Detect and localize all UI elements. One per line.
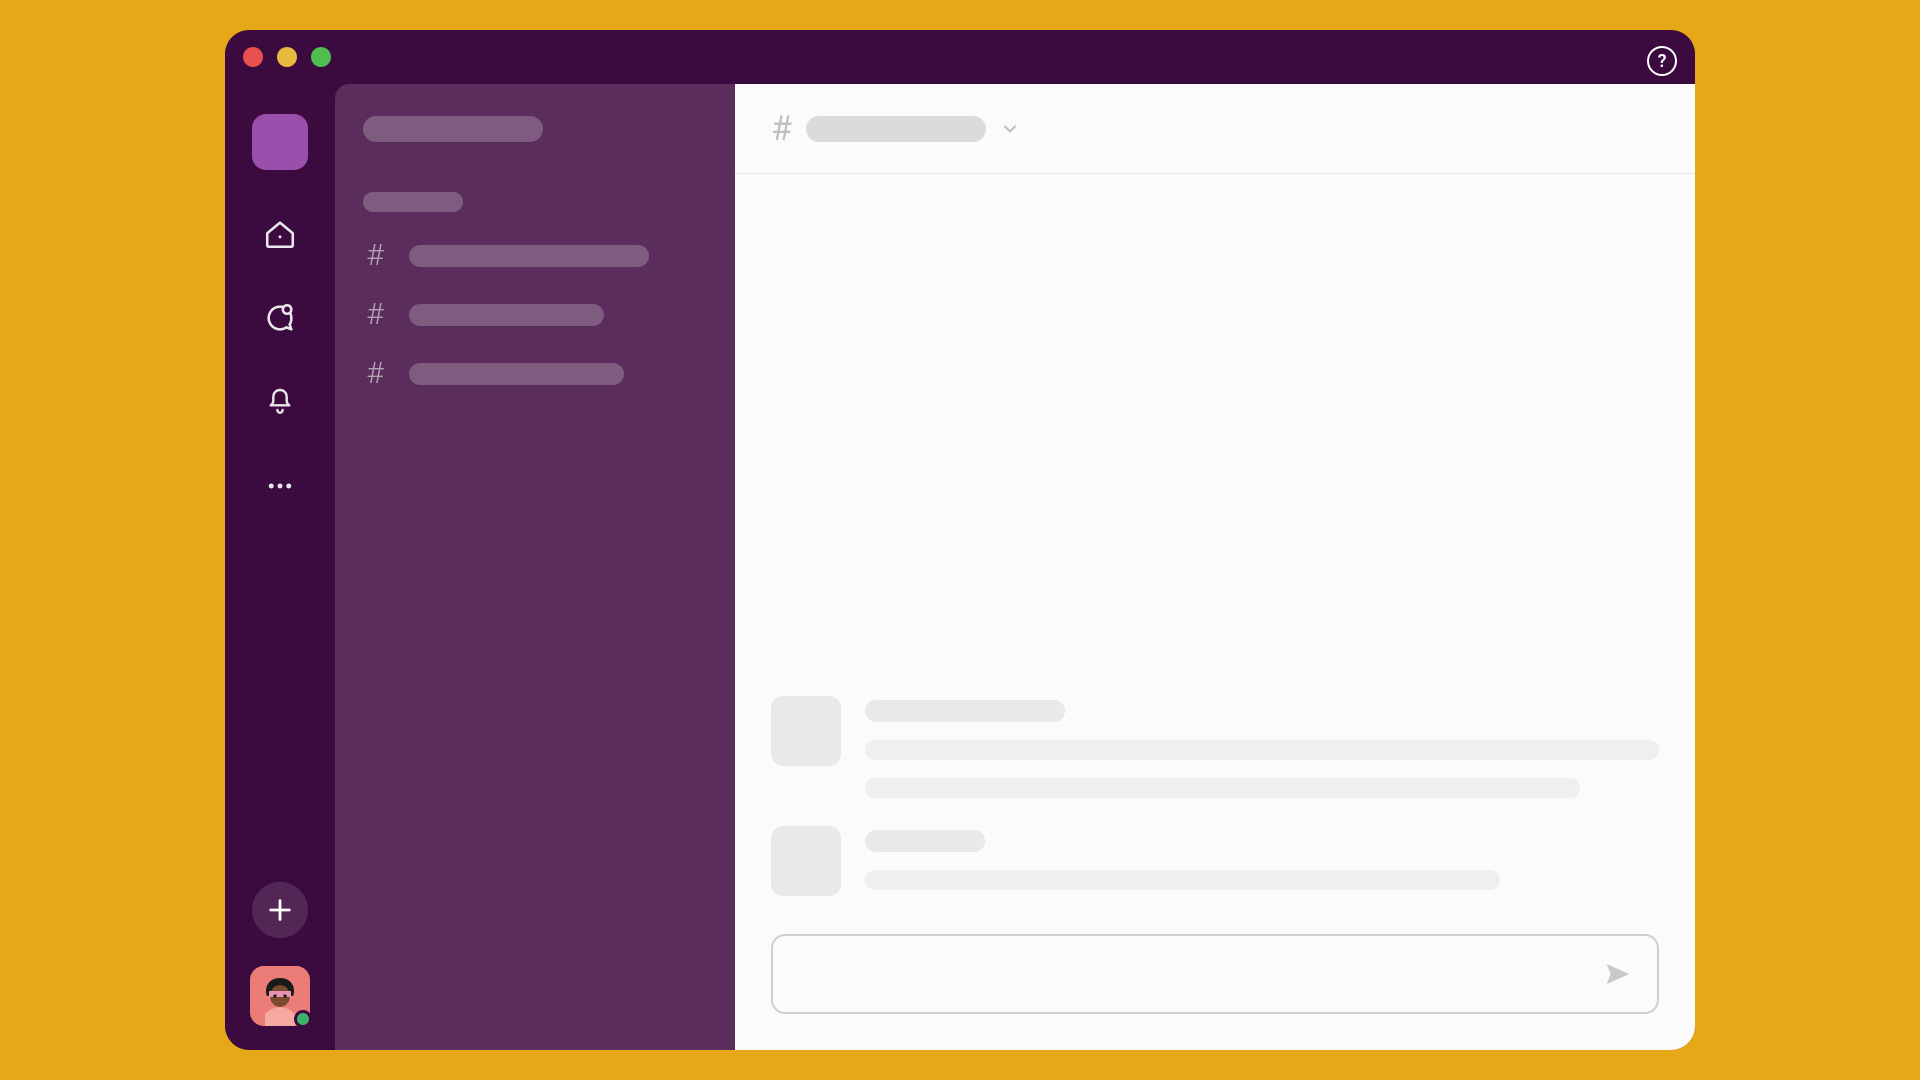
workspace-switcher[interactable] <box>252 114 308 170</box>
send-icon <box>1603 959 1633 989</box>
close-window-button[interactable] <box>243 47 263 67</box>
more-icon <box>265 471 295 501</box>
nav-dms[interactable] <box>260 298 300 338</box>
nav-more[interactable] <box>260 466 300 506</box>
activity-icon <box>264 386 296 418</box>
chevron-down-icon <box>1000 119 1020 139</box>
hash-icon: # <box>363 356 387 391</box>
channel-name-placeholder <box>409 245 649 267</box>
plus-icon <box>266 896 294 924</box>
channel-item[interactable]: # <box>363 297 707 332</box>
message-item <box>771 696 1659 798</box>
channel-title-placeholder[interactable] <box>806 116 986 142</box>
home-icon <box>263 217 297 251</box>
message-text-placeholder <box>865 740 1659 760</box>
message-author-placeholder <box>865 830 985 852</box>
message-author-placeholder <box>865 700 1065 722</box>
channel-item[interactable]: # <box>363 238 707 273</box>
help-button[interactable]: ? <box>1647 46 1677 76</box>
status-online-indicator <box>294 1010 312 1028</box>
message-input[interactable] <box>797 964 1603 985</box>
channel-item[interactable]: # <box>363 356 707 391</box>
message-body <box>865 696 1659 798</box>
hash-icon: # <box>363 297 387 332</box>
send-button[interactable] <box>1603 959 1633 989</box>
message-composer[interactable] <box>771 934 1659 1014</box>
create-new-button[interactable] <box>252 882 308 938</box>
channel-name-placeholder <box>409 363 624 385</box>
message-avatar-placeholder <box>771 826 841 896</box>
minimize-window-button[interactable] <box>277 47 297 67</box>
app-window: ? <box>225 30 1695 1050</box>
hash-icon: # <box>363 238 387 273</box>
nav-activity[interactable] <box>260 382 300 422</box>
message-list <box>735 174 1695 924</box>
rail-bottom <box>225 882 335 1026</box>
channels-section-label-placeholder[interactable] <box>363 192 463 212</box>
main-panel: # <box>735 84 1695 1050</box>
channel-sidebar: # # # <box>335 84 735 1050</box>
message-text-placeholder <box>865 870 1500 890</box>
workspace-name-placeholder[interactable] <box>363 116 543 142</box>
user-menu[interactable] <box>250 966 310 1026</box>
hash-icon: # <box>771 109 792 149</box>
content-wrap: # # # # <box>335 84 1695 1050</box>
traffic-lights <box>243 47 331 67</box>
message-text-placeholder <box>865 778 1580 798</box>
channel-menu-button[interactable] <box>1000 119 1020 139</box>
nav-home[interactable] <box>260 214 300 254</box>
maximize-window-button[interactable] <box>311 47 331 67</box>
message-avatar-placeholder <box>771 696 841 766</box>
titlebar: ? <box>225 30 1695 84</box>
help-icon: ? <box>1658 51 1667 72</box>
message-body <box>865 826 1659 896</box>
dm-icon <box>263 301 297 335</box>
channel-name-placeholder <box>409 304 604 326</box>
message-item <box>771 826 1659 896</box>
channel-header: # <box>735 84 1695 174</box>
nav-rail <box>225 84 335 1050</box>
app-body: # # # # <box>225 84 1695 1050</box>
